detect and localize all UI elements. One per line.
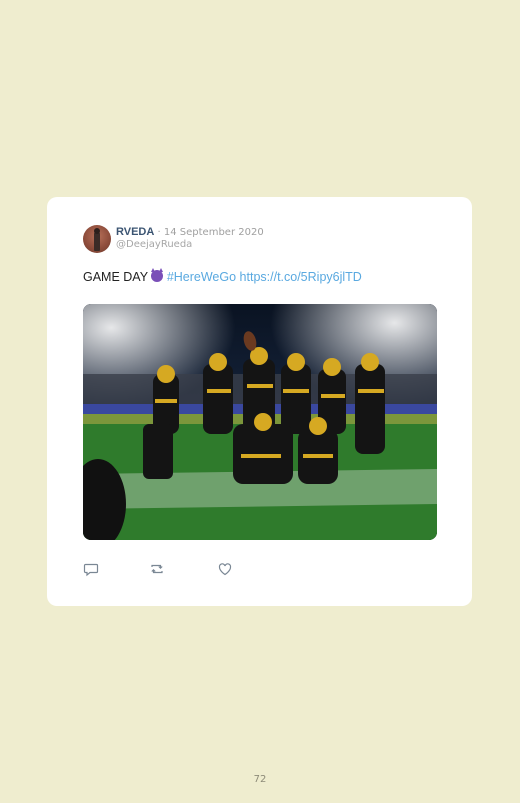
stadium-photo bbox=[83, 304, 437, 540]
retweet-icon[interactable] bbox=[149, 561, 165, 577]
tweet-header: RVEDA · 14 September 2020 bbox=[116, 226, 264, 238]
author-handle[interactable]: @DeejayRueda bbox=[116, 239, 192, 250]
author-name[interactable]: RVEDA bbox=[116, 226, 154, 238]
avatar[interactable] bbox=[83, 225, 111, 253]
separator: · bbox=[157, 227, 161, 238]
smiling-devil-emoji-icon bbox=[151, 268, 164, 282]
avatar-figure bbox=[94, 231, 100, 251]
tweet-text-prefix: GAME DAY bbox=[83, 270, 148, 284]
reply-icon[interactable] bbox=[83, 561, 99, 577]
tweet-url-link[interactable]: https://t.co/5Ripy6jlTD bbox=[240, 270, 362, 284]
tweet-date: 14 September 2020 bbox=[163, 227, 264, 238]
tweet-text: GAME DAY #HereWeGo https://t.co/5Ripy6jl… bbox=[83, 268, 362, 284]
tweet-photo[interactable] bbox=[83, 304, 437, 540]
tweet-card: RVEDA · 14 September 2020 @DeejayRueda G… bbox=[47, 197, 472, 606]
heart-icon[interactable] bbox=[217, 561, 233, 577]
page-number: 72 bbox=[253, 774, 267, 785]
hashtag-link[interactable]: #HereWeGo bbox=[167, 270, 236, 284]
avatar-head bbox=[94, 228, 100, 234]
